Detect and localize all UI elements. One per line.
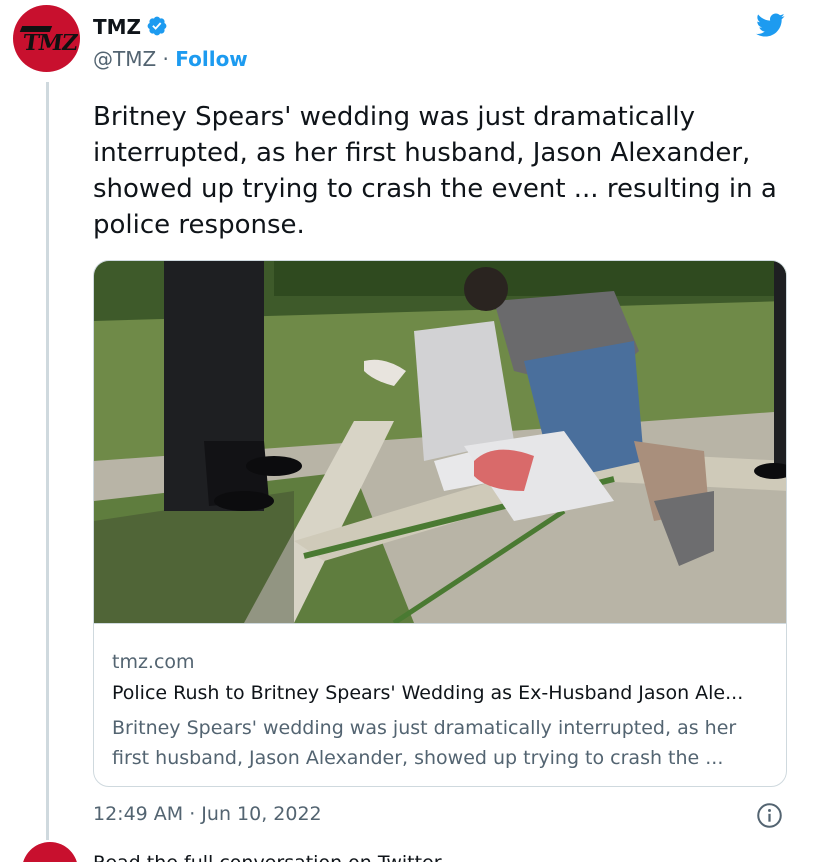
tweet-timestamp[interactable]: 12:49 AM · Jun 10, 2022 — [93, 803, 322, 825]
avatar[interactable]: TMZ — [13, 5, 80, 72]
author-name[interactable]: TMZ — [93, 15, 141, 39]
tweet-text: Britney Spears' wedding was just dramati… — [93, 102, 777, 240]
twitter-bird-icon[interactable] — [752, 10, 788, 40]
author-handle[interactable]: @TMZ — [93, 47, 156, 71]
card-domain: tmz.com — [112, 651, 195, 673]
card-meta[interactable]: tmz.com Police Rush to Britney Spears' W… — [94, 623, 786, 786]
follow-button[interactable]: Follow — [175, 47, 248, 71]
card-title: Police Rush to Britney Spears' Wedding a… — [112, 682, 744, 704]
card-image[interactable] — [94, 261, 787, 623]
info-icon[interactable] — [756, 802, 783, 829]
card-description: Britney Spears' wedding was just dramati… — [112, 717, 737, 769]
link-card[interactable]: tmz.com Police Rush to Britney Spears' W… — [93, 260, 787, 787]
next-item-avatar[interactable] — [22, 842, 78, 862]
avatar-logo-text: TMZ — [21, 30, 79, 56]
handle-line: @TMZ · Follow — [93, 47, 248, 71]
verified-badge-icon — [147, 16, 167, 36]
thread-connector-line — [46, 82, 49, 840]
handle-separator: · — [162, 47, 169, 71]
next-item-text[interactable]: Read the full conversation on Twitter — [93, 852, 442, 862]
